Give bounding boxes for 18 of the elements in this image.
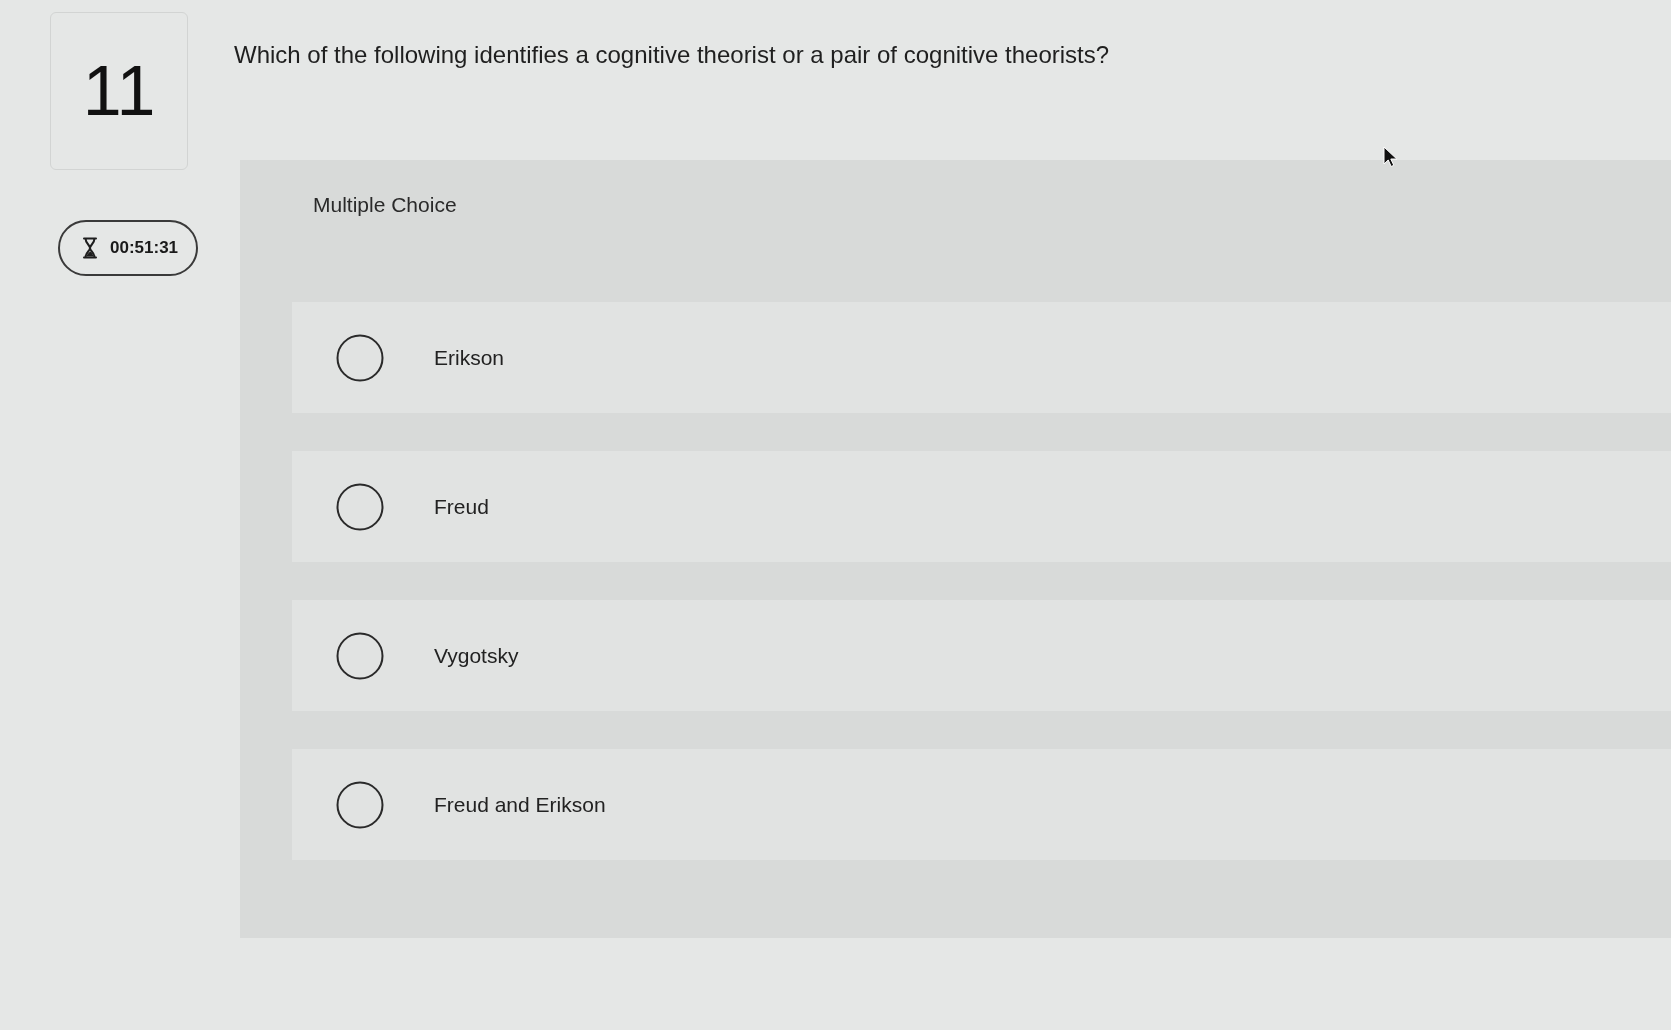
- answer-option[interactable]: Freud: [292, 451, 1671, 562]
- option-label: Freud: [434, 494, 489, 519]
- option-label: Vygotsky: [434, 643, 519, 668]
- radio-button[interactable]: [336, 631, 384, 680]
- radio-button[interactable]: [336, 780, 384, 829]
- radio-button[interactable]: [336, 482, 384, 531]
- hourglass-icon: [82, 237, 98, 259]
- option-label: Erikson: [434, 345, 505, 370]
- question-type-label: Multiple Choice: [313, 193, 457, 217]
- answer-option[interactable]: Erikson: [292, 302, 1671, 413]
- option-label: Freud and Erikson: [434, 792, 606, 817]
- mouse-cursor-icon: [1383, 146, 1397, 168]
- question-text: Which of the following identifies a cognitive theorist or a pair of cognitive theorists?: [234, 40, 1110, 70]
- answer-option[interactable]: Freud and Erikson: [292, 749, 1671, 860]
- question-number: 11: [82, 56, 156, 126]
- timer-text: 00:51:31: [110, 238, 179, 258]
- radio-button[interactable]: [336, 333, 384, 382]
- answer-option[interactable]: Vygotsky: [292, 600, 1671, 711]
